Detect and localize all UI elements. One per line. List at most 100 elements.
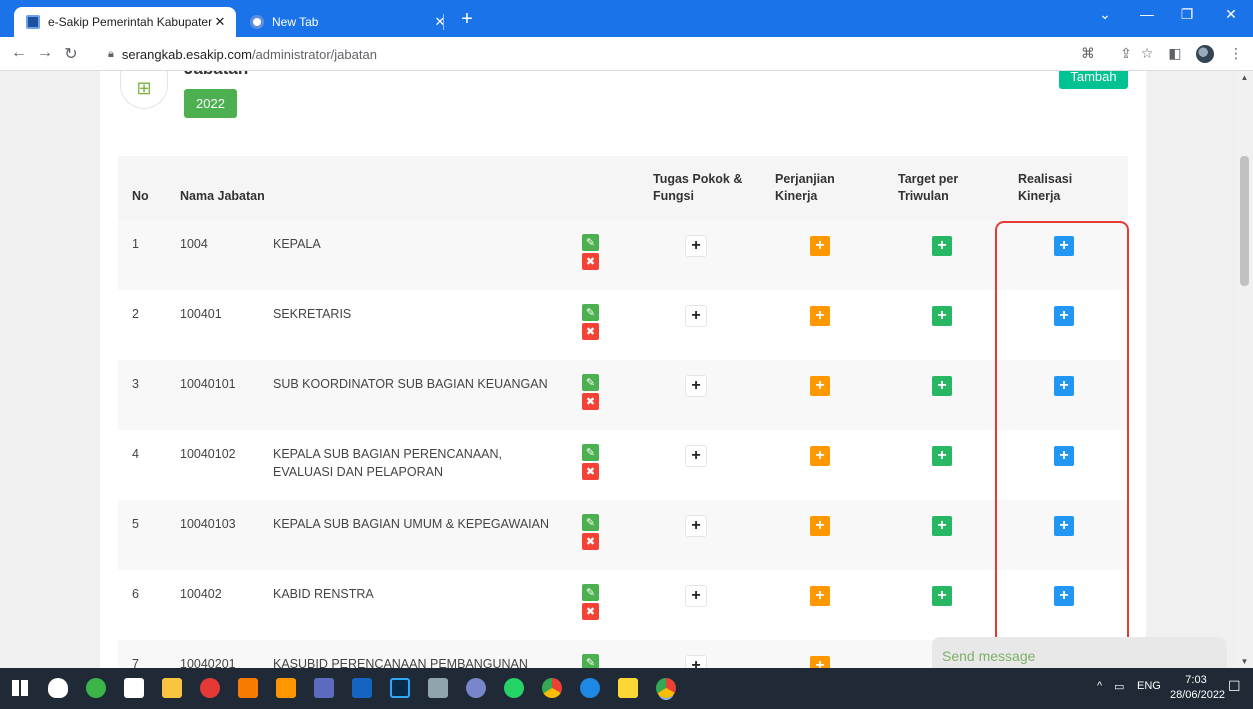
app-icon[interactable] xyxy=(428,678,448,698)
add-perjanjian-kinerja-button[interactable]: + xyxy=(810,236,830,256)
add-button[interactable]: Tambah xyxy=(1059,71,1128,89)
delete-button[interactable]: ✖ xyxy=(582,253,599,270)
chrome-active-icon[interactable] xyxy=(656,678,676,698)
reload-icon[interactable]: ↻ xyxy=(60,44,82,64)
side-panel-icon[interactable]: ◧ xyxy=(1165,45,1185,62)
cell-nama-jabatan: KASUBID PERENCANAAN PEMBANGUNAN xyxy=(273,657,528,668)
tab-search-icon[interactable]: ⌄ xyxy=(1090,6,1120,23)
cell-nama-jabatan: KABID RENSTRA xyxy=(273,587,374,601)
whatsapp-icon[interactable] xyxy=(504,678,524,698)
edge-icon[interactable] xyxy=(580,678,600,698)
shield-icon[interactable] xyxy=(48,678,68,698)
realisasi-highlight-box xyxy=(995,221,1129,657)
edit-button[interactable]: ✎ xyxy=(582,374,599,391)
delete-button[interactable]: ✖ xyxy=(582,323,599,340)
scroll-up-arrow-icon[interactable]: ▲ xyxy=(1236,73,1253,82)
add-perjanjian-kinerja-button[interactable]: + xyxy=(810,586,830,606)
clock-date: 28/06/2022 xyxy=(1170,689,1226,701)
restore-button[interactable]: ❐ xyxy=(1172,6,1202,23)
add-target-triwulan-button[interactable]: + xyxy=(932,236,952,256)
battery-icon: ▭ xyxy=(1114,681,1125,693)
add-tupoksi-button[interactable]: + xyxy=(686,446,706,466)
cell-no: 4 xyxy=(132,447,139,461)
add-tupoksi-button[interactable]: + xyxy=(686,516,706,536)
address-bar[interactable]: 🔒︎ serangkab.esakip.com /administrator/j… xyxy=(108,43,1028,65)
camera-icon[interactable] xyxy=(124,678,144,698)
add-tupoksi-button[interactable]: + xyxy=(686,306,706,326)
add-tupoksi-button[interactable]: + xyxy=(686,656,706,668)
network-icon[interactable] xyxy=(314,678,334,698)
app-icon[interactable] xyxy=(238,678,258,698)
send-message-button[interactable]: Send message xyxy=(932,637,1227,669)
vertical-scrollbar[interactable]: ▲ ▼ xyxy=(1236,71,1253,668)
edit-button[interactable]: ✎ xyxy=(582,514,599,531)
app-icon[interactable] xyxy=(466,678,486,698)
windows-start-icon[interactable] xyxy=(12,680,28,696)
edit-button[interactable]: ✎ xyxy=(582,654,599,668)
scroll-down-arrow-icon[interactable]: ▼ xyxy=(1236,657,1253,666)
header-tupoksi: Tugas Pokok & Fungsi xyxy=(653,172,743,203)
add-tupoksi-button[interactable]: + xyxy=(686,376,706,396)
app-icon[interactable] xyxy=(276,678,296,698)
add-target-triwulan-button[interactable]: + xyxy=(932,306,952,326)
table-row: 5 10040103 KEPALA SUB BAGIAN UMUM & KEPEGA… xyxy=(118,500,1128,570)
share-icon[interactable]: ⇪ xyxy=(1116,45,1136,62)
tab-esakip[interactable]: e-Sakip Pemerintah Kabupaten S ✕ xyxy=(14,7,236,37)
add-perjanjian-kinerja-button[interactable]: + xyxy=(810,656,830,668)
cell-code: 10040103 xyxy=(180,517,236,531)
close-tab-icon[interactable]: ✕ xyxy=(432,14,448,30)
delete-button[interactable]: ✖ xyxy=(582,533,599,550)
new-tab-button[interactable]: + xyxy=(455,8,479,31)
back-arrow-icon[interactable]: ← xyxy=(8,44,30,62)
browser-tab-strip: e-Sakip Pemerintah Kabupaten S ✕ New Tab… xyxy=(0,0,1253,37)
add-perjanjian-kinerja-button[interactable]: + xyxy=(810,516,830,536)
edit-button[interactable]: ✎ xyxy=(582,304,599,321)
add-tupoksi-button[interactable]: + xyxy=(686,586,706,606)
add-target-triwulan-button[interactable]: + xyxy=(932,586,952,606)
add-target-triwulan-button[interactable]: + xyxy=(932,446,952,466)
add-target-triwulan-button[interactable]: + xyxy=(932,516,952,536)
close-window-button[interactable]: ✕ xyxy=(1216,6,1246,23)
tab-title: e-Sakip Pemerintah Kabupaten S xyxy=(48,15,212,29)
app-icon[interactable] xyxy=(86,678,106,698)
sticky-notes-icon[interactable] xyxy=(618,678,638,698)
cell-no: 1 xyxy=(132,237,139,251)
delete-button[interactable]: ✖ xyxy=(582,463,599,480)
file-explorer-icon[interactable] xyxy=(162,678,182,698)
translate-icon[interactable]: ⌘ xyxy=(1078,45,1098,62)
site-favicon-icon xyxy=(26,15,40,29)
add-target-triwulan-button[interactable]: + xyxy=(932,376,952,396)
minimize-button[interactable]: — xyxy=(1132,6,1162,22)
forward-arrow-icon[interactable]: → xyxy=(34,44,56,62)
add-perjanjian-kinerja-button[interactable]: + xyxy=(810,446,830,466)
notifications-icon[interactable]: ☐ xyxy=(1228,678,1241,695)
app-icon[interactable] xyxy=(200,678,220,698)
header-realisasi: Realisasi Kinerja xyxy=(1018,172,1073,203)
bookmark-star-icon[interactable]: ☆ xyxy=(1137,45,1157,62)
menu-kebab-icon[interactable]: ⋮ xyxy=(1226,45,1246,62)
grid-add-icon: ⊞ xyxy=(120,71,168,109)
cell-code: 100402 xyxy=(180,587,222,601)
profile-avatar-icon[interactable] xyxy=(1196,45,1214,63)
year-badge[interactable]: 2022 xyxy=(184,89,237,118)
edit-button[interactable]: ✎ xyxy=(582,444,599,461)
tray-chevron-icon[interactable]: ^ xyxy=(1097,680,1102,692)
word-icon[interactable] xyxy=(352,678,372,698)
delete-button[interactable]: ✖ xyxy=(582,603,599,620)
cell-code: 1004 xyxy=(180,237,208,251)
scroll-thumb[interactable] xyxy=(1240,156,1249,286)
close-tab-icon[interactable]: ✕ xyxy=(212,14,228,30)
add-perjanjian-kinerja-button[interactable]: + xyxy=(810,306,830,326)
chrome-icon[interactable] xyxy=(542,678,562,698)
delete-button[interactable]: ✖ xyxy=(582,393,599,410)
cell-nama-jabatan: KEPALA SUB BAGIAN PERENCANAAN, EVALUASI … xyxy=(273,447,503,479)
add-tupoksi-button[interactable]: + xyxy=(686,236,706,256)
edit-button[interactable]: ✎ xyxy=(582,584,599,601)
tab-separator xyxy=(443,14,444,30)
language-indicator[interactable]: ENG xyxy=(1137,680,1161,692)
add-perjanjian-kinerja-button[interactable]: + xyxy=(810,376,830,396)
edit-button[interactable]: ✎ xyxy=(582,234,599,251)
photoshop-icon[interactable] xyxy=(390,678,410,698)
clock[interactable]: 7:03 28/06/2022 xyxy=(1170,673,1226,703)
tab-new-tab[interactable]: New Tab ✕ xyxy=(236,7,458,37)
